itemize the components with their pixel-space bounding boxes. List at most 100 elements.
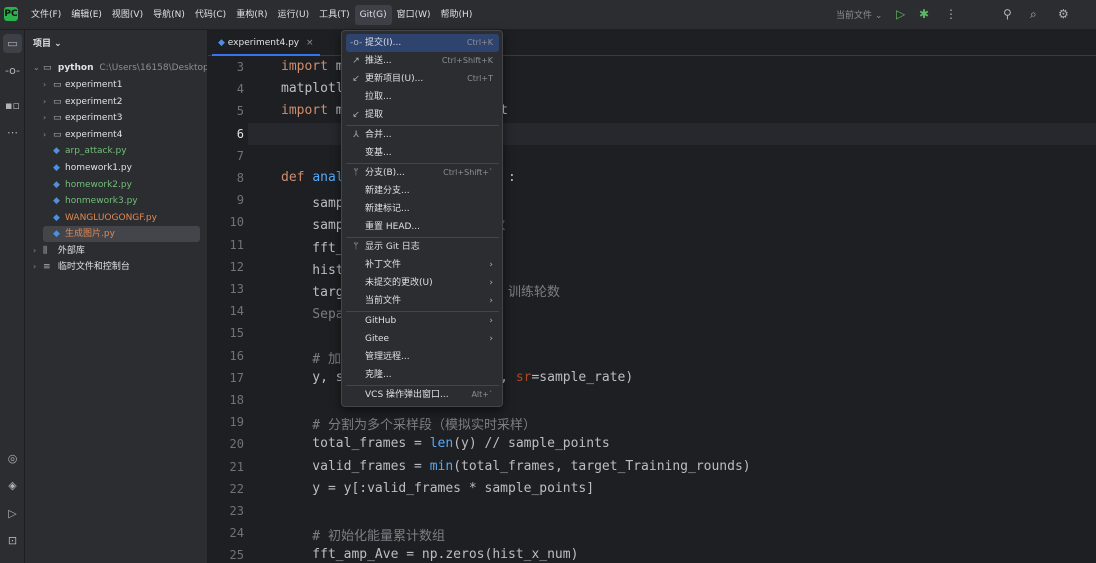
menu-7[interactable]: 工具(T)	[314, 5, 355, 25]
top-bar: PC 文件(F) 编辑(E) 视图(V) 导航(N) 代码(C) 重构(R) 运行(U) 工具…	[0, 0, 1096, 30]
menu-1[interactable]: 编辑(E)	[66, 5, 107, 25]
menu-item-label: 新建标记...	[365, 204, 410, 214]
menu-4[interactable]: 代码(C)	[190, 5, 231, 25]
tab-experiment4[interactable]: ◆ experiment4.py ×	[212, 30, 320, 56]
menu-0[interactable]: 文件(F)	[26, 5, 66, 25]
layers-icon[interactable]: ◈	[3, 476, 22, 495]
structure-icon[interactable]: ▪▫	[3, 96, 22, 115]
chevron-right-icon[interactable]: ›	[43, 110, 53, 126]
left-tool-strip: ▭ -o- ▪▫ ⋯ ◎ ◈ ▷ ⊡	[0, 30, 25, 563]
tree-item[interactable]: ◆ WANGLUOGONGF.py	[43, 210, 200, 226]
git-menu-item[interactable]: 未提交的更改(U) ›	[346, 274, 499, 292]
run-icon[interactable]: ▷	[896, 6, 905, 22]
folder-icon: ▭	[53, 80, 62, 90]
python-file-icon: ◆	[53, 229, 60, 240]
git-menu-item[interactable]: -o- 提交(I)... Ctrl+K	[346, 34, 499, 52]
git-menu-item[interactable]: Gitee ›	[346, 330, 499, 348]
tree-item[interactable]: › ▭ experiment1	[43, 77, 200, 93]
python-file-icon: ◆	[53, 179, 60, 190]
menu-10[interactable]: 帮助(H)	[436, 5, 478, 25]
git-menu-item[interactable]: 当前文件 ›	[346, 292, 499, 310]
menu-8[interactable]: Git(G)	[354, 5, 392, 25]
menu-item-label: 补丁文件	[365, 260, 402, 270]
line-number: 23	[229, 504, 244, 518]
git-menu-item[interactable]: VCS 操作弹出窗口... Alt+`	[346, 386, 499, 404]
debug-icon[interactable]: ✱	[919, 6, 929, 22]
menu-item-label: 合并...	[365, 130, 392, 140]
line-number: 15	[229, 326, 244, 341]
tree-label: WANGLUOGONGF.py	[65, 212, 157, 223]
tree-external-libs[interactable]: › ⫼ 外部库	[33, 243, 85, 259]
git-menu-item[interactable]: ↙ 提取	[346, 106, 499, 124]
code-line: import m	[281, 59, 344, 74]
app-logo-icon[interactable]: PC	[4, 7, 18, 21]
tree-item[interactable]: ◆ arp_attack.py	[43, 143, 200, 159]
more-icon[interactable]: ⋮	[945, 6, 957, 22]
git-menu-item[interactable]: 克隆...	[346, 366, 499, 384]
commit-icon[interactable]: -o-	[3, 61, 22, 80]
menu-item-label: 未提交的更改(U)	[365, 278, 433, 288]
line-number: 12	[229, 259, 244, 274]
line-number: 5	[236, 104, 244, 119]
menu-9[interactable]: 窗口(W)	[392, 5, 436, 25]
tree-item[interactable]: ◆ 生成图片.py	[43, 226, 200, 243]
tree-label: experiment1	[65, 80, 123, 90]
run-config-selector[interactable]: 当前文件 ⌄	[836, 8, 882, 21]
git-menu-item[interactable]: ↙ 更新项目(U)... Ctrl+T	[346, 70, 499, 88]
tree-label: 临时文件和控制台	[57, 262, 130, 272]
chevron-right-icon[interactable]: ›	[43, 77, 53, 93]
tree-item[interactable]: › ▭ experiment3	[43, 110, 200, 126]
git-menu-item[interactable]: 重置 HEAD...	[346, 218, 499, 236]
menu-5[interactable]: 重构(R)	[231, 5, 272, 25]
git-menu-item[interactable]: 变基...	[346, 144, 499, 162]
python-packages-icon[interactable]: ◎	[3, 449, 22, 468]
terminal-icon[interactable]: ⊡	[3, 531, 22, 550]
chevron-right-icon[interactable]: ›	[43, 127, 53, 143]
menu-3[interactable]: 导航(N)	[148, 5, 190, 25]
tree-item[interactable]: ◆ honmework3.py	[43, 193, 200, 209]
python-file-icon: ◆	[53, 196, 60, 207]
project-folder-icon[interactable]: ▭	[3, 34, 22, 53]
line-number: 16	[229, 348, 244, 363]
tree-label: experiment3	[65, 113, 123, 124]
user-icon[interactable]: ⚲	[1003, 6, 1012, 22]
tree-item[interactable]: ◆ homework1.py	[43, 160, 200, 176]
git-menu-item[interactable]: 补丁文件 ›	[346, 256, 499, 274]
tree-root[interactable]: ⌄ ▭ python C:\Users\16158\Desktop\C	[33, 60, 207, 76]
git-menu-item[interactable]: ᛘ 显示 Git 日志	[346, 238, 499, 256]
chevron-right-icon[interactable]: ›	[43, 94, 53, 110]
git-menu-item[interactable]: ↗ 推送... Ctrl+Shift+K	[346, 52, 499, 70]
close-icon[interactable]: ×	[306, 38, 314, 48]
git-menu-item[interactable]: ᛘ 分支(B)... Ctrl+Shift+`	[346, 164, 499, 182]
git-menu-item[interactable]: 新建分支...	[346, 182, 499, 200]
menu-item-label: 显示 Git 日志	[365, 242, 420, 252]
menu-6[interactable]: 运行(U)	[272, 5, 314, 25]
settings-icon[interactable]: ⚙	[1058, 6, 1069, 22]
git-menu-item[interactable]: 管理远程...	[346, 348, 499, 366]
menu-2[interactable]: 视图(V)	[107, 5, 148, 25]
menu-item-icon: ↙	[352, 110, 360, 120]
git-menu-item[interactable]: GitHub ›	[346, 312, 499, 330]
search-icon[interactable]: ⌕	[1030, 6, 1037, 22]
menu-item-label: 提取	[365, 110, 384, 120]
line-number: 6	[236, 126, 244, 141]
menu-item-label: 分支(B)...	[365, 168, 405, 178]
scratches-icon: ≡	[43, 262, 51, 272]
code-line: matplotl	[281, 81, 344, 97]
menu-item-label: 重置 HEAD...	[365, 222, 420, 232]
chevron-down-icon: ⌄	[33, 63, 40, 72]
git-menu-item[interactable]: 拉取...	[346, 88, 499, 106]
tree-item[interactable]: › ▭ experiment4	[43, 127, 200, 143]
menu-item-label: 新建分支...	[365, 186, 410, 196]
project-panel-title[interactable]: 项目 ⌄	[33, 36, 62, 49]
tree-item[interactable]: ◆ homework2.py	[43, 177, 200, 193]
git-menu-item[interactable]: 新建标记...	[346, 200, 499, 218]
line-number: 20	[229, 437, 244, 452]
tree-item[interactable]: › ▭ experiment2	[43, 94, 200, 110]
services-icon[interactable]: ▷	[3, 504, 22, 523]
tree-label: 外部库	[57, 246, 85, 256]
line-number: 13	[229, 282, 244, 296]
tree-scratches[interactable]: › ≡ 临时文件和控制台	[33, 259, 130, 275]
git-menu-item[interactable]: ⅄ 合并...	[346, 126, 499, 144]
more-tools-icon[interactable]: ⋯	[3, 123, 22, 142]
